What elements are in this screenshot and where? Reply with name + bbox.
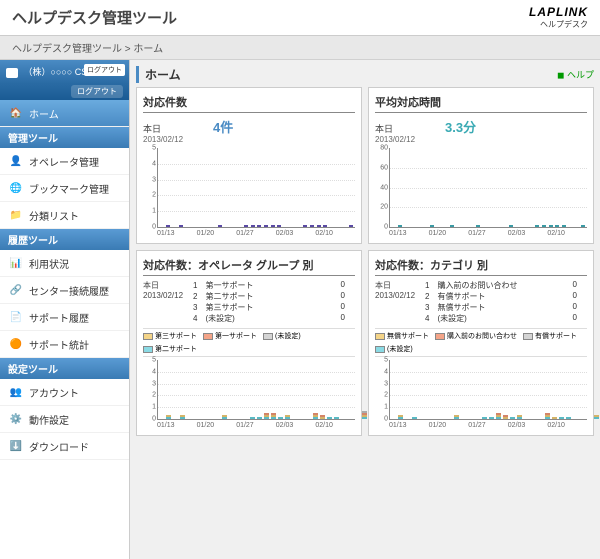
nav-center[interactable]: 🔗センター接続履歴 <box>0 277 129 304</box>
gear-icon: ⚙️ <box>8 411 24 427</box>
nav-support-stat[interactable]: 🟠サポート統計 <box>0 331 129 358</box>
folder-icon: 📁 <box>8 207 24 223</box>
sidebar: （株）○○○○ CS部門 様 ログアウト ログアウト 🏠 ホーム 管理ツール 👤… <box>0 60 130 559</box>
breadcrumb: ヘルプデスク管理ツール > ホーム <box>0 36 600 60</box>
chart-count: 012345 <box>157 148 355 228</box>
download-icon: ⬇️ <box>8 438 24 454</box>
history-icon: 📄 <box>8 309 24 325</box>
page-title: ホーム <box>136 66 181 83</box>
piechart-icon: 🟠 <box>8 336 24 352</box>
page-title-row: ホーム ◼ ヘルプ <box>136 66 594 83</box>
monitor-icon <box>6 68 18 78</box>
nav-section-settings: 設定ツール <box>0 358 129 379</box>
nav-section-history: 履歴ツール <box>0 229 129 250</box>
logo-main: LAPLINK <box>529 5 588 19</box>
home-icon: 🏠 <box>8 105 24 121</box>
globe-icon: 🌐 <box>8 180 24 196</box>
nav-category[interactable]: 📁分類リスト <box>0 202 129 229</box>
chart-category: 012345 <box>389 360 587 420</box>
nav-usage[interactable]: 📊利用状況 <box>0 250 129 277</box>
nav-operator[interactable]: 👤オペレータ管理 <box>0 148 129 175</box>
panel-title: 対応件数 <box>143 94 355 113</box>
panels: 対応件数 本日 2013/02/12 4件 012345 01/1301/200… <box>136 87 594 436</box>
nav-behavior[interactable]: ⚙️動作設定 <box>0 406 129 433</box>
logout-button[interactable]: ログアウト <box>71 85 123 98</box>
nav-account[interactable]: 👥アカウント <box>0 379 129 406</box>
operator-icon: 👤 <box>8 153 24 169</box>
chart-avg: 020406080 <box>389 148 587 228</box>
panel-group: 対応件数：オペレータ グループ 別 本日 2013/02/12 1 第一サポート… <box>136 250 362 436</box>
logo-sub: ヘルプデスク <box>529 19 588 30</box>
nav-download[interactable]: ⬇️ダウンロード <box>0 433 129 460</box>
nav-support-history[interactable]: 📄サポート履歴 <box>0 304 129 331</box>
nav-home[interactable]: 🏠 ホーム <box>0 100 129 127</box>
avg-value: 3.3分 <box>445 117 476 136</box>
main: （株）○○○○ CS部門 様 ログアウト ログアウト 🏠 ホーム 管理ツール 👤… <box>0 60 600 559</box>
help-link[interactable]: ◼ ヘルプ <box>557 68 594 81</box>
chart-group: 012345 <box>157 360 355 420</box>
nav-bookmark[interactable]: 🌐ブックマーク管理 <box>0 175 129 202</box>
panel-avg-time: 平均対応時間 本日 2013/02/12 3.3分 020406080 01/1… <box>368 87 594 244</box>
logout-row: ログアウト <box>0 83 129 100</box>
connection-icon: 🔗 <box>8 282 24 298</box>
content: ホーム ◼ ヘルプ 対応件数 本日 2013/02/12 4件 012345 0… <box>130 60 600 559</box>
nav-section-manage: 管理ツール <box>0 127 129 148</box>
count-value: 4件 <box>213 117 233 136</box>
header: ヘルプデスク管理ツール LAPLINK ヘルプデスク <box>0 0 600 36</box>
panel-count: 対応件数 本日 2013/02/12 4件 012345 01/1301/200… <box>136 87 362 244</box>
usage-icon: 📊 <box>8 255 24 271</box>
logo: LAPLINK ヘルプデスク <box>529 5 588 30</box>
account-icon: 👥 <box>8 384 24 400</box>
panel-category: 対応件数：カテゴリ 別 本日 2013/02/12 1 購入前のお問い合わせ02… <box>368 250 594 436</box>
app-title: ヘルプデスク管理ツール <box>12 7 177 28</box>
user-box: （株）○○○○ CS部門 様 ログアウト <box>0 60 129 83</box>
logout-badge[interactable]: ログアウト <box>84 64 125 76</box>
